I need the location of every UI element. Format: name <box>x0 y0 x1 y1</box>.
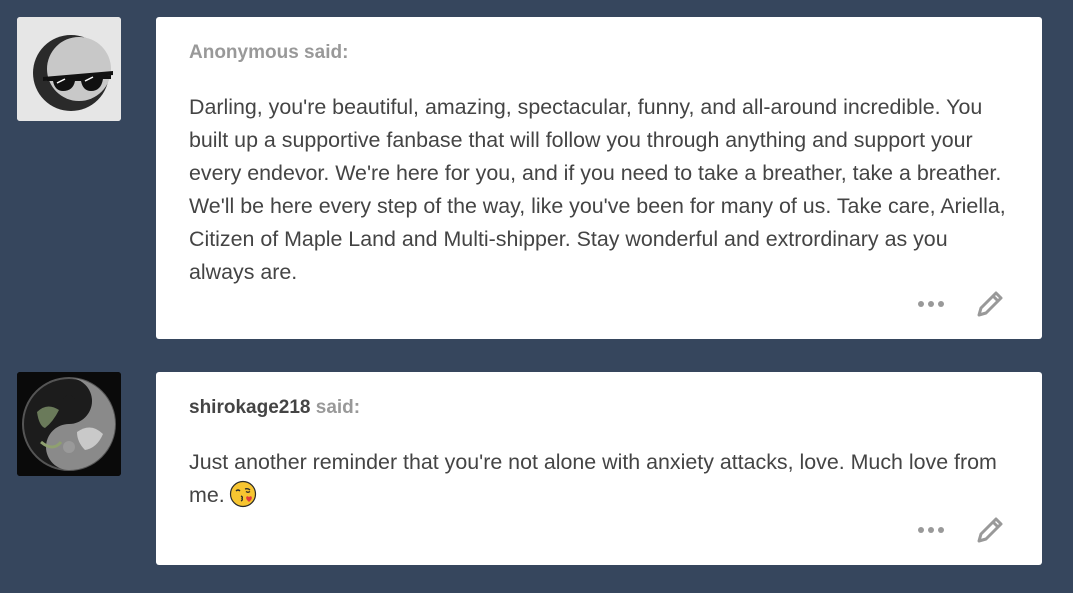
edit-pencil-button[interactable] <box>974 514 1006 546</box>
more-options-button[interactable] <box>916 289 946 319</box>
avatar-anonymous[interactable] <box>17 17 121 121</box>
more-dots-icon <box>918 527 924 533</box>
asker-name[interactable]: Anonymous <box>189 42 299 63</box>
more-dot <box>938 527 944 533</box>
ask-body-text-content: Just another reminder that you're not al… <box>189 450 997 507</box>
asker-name[interactable]: shirokage218 <box>189 397 310 418</box>
ask-card-2: shirokage218 said: Just another reminder… <box>156 372 1042 565</box>
ask-card-1: Anonymous said: Darling, you're beautifu… <box>156 17 1042 339</box>
asker-said-label: said: <box>310 397 361 418</box>
more-dots-icon <box>918 301 924 307</box>
more-dot <box>928 527 934 533</box>
asker-line: shirokage218 said: <box>189 396 1006 420</box>
more-options-button[interactable] <box>916 515 946 545</box>
avatar-shirokage218[interactable] <box>17 372 121 476</box>
anonymous-sunglasses-icon <box>17 17 121 121</box>
asker-line: Anonymous said: <box>189 41 1006 65</box>
edit-pencil-button[interactable] <box>974 288 1006 320</box>
dragon-tiger-avatar-icon <box>17 372 121 476</box>
pencil-icon <box>977 291 1003 317</box>
face-blowing-kiss-icon <box>229 480 256 508</box>
ask-body-text: Just another reminder that you're not al… <box>189 446 1006 512</box>
post-actions <box>916 287 1006 321</box>
pencil-icon <box>977 517 1003 543</box>
asker-said-label: said: <box>298 42 349 63</box>
more-dot <box>928 301 934 307</box>
post-actions <box>916 513 1006 547</box>
more-dot <box>938 301 944 307</box>
ask-body-text: Darling, you're beautiful, amazing, spec… <box>189 95 1006 284</box>
